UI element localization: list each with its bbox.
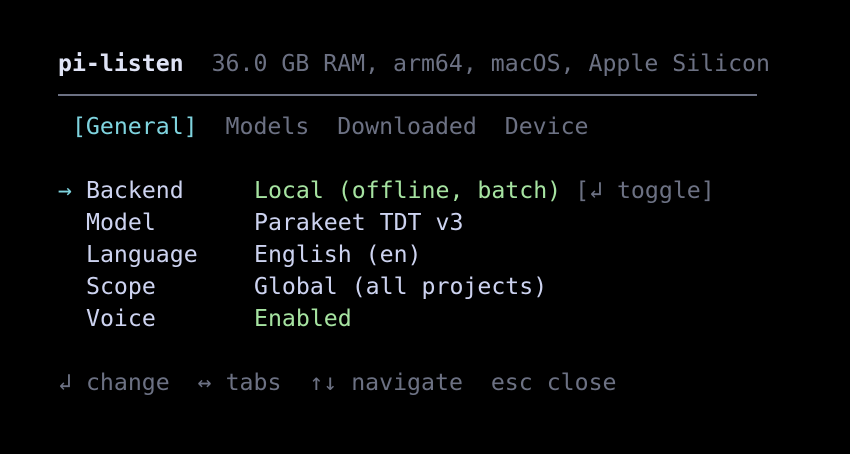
setting-row-language[interactable]: Language English (en)	[58, 239, 422, 271]
hint-tabs: tabs	[225, 369, 282, 396]
footer-hints: ↲ change ↔ tabs ↑↓ navigate esc close	[58, 367, 617, 399]
tab-device[interactable]: Device	[505, 111, 589, 143]
header: pi-listen 36.0 GB RAM, arm64, macOS, App…	[58, 48, 770, 80]
hint-navigate: navigate	[351, 369, 463, 396]
setting-value: Global (all projects)	[254, 273, 548, 300]
tab-downloaded[interactable]: Downloaded	[337, 111, 477, 143]
enter-icon: ↲	[58, 369, 72, 396]
setting-value: Local (offline, batch)	[254, 177, 562, 204]
setting-label: Voice	[86, 305, 156, 332]
system-info: 36.0 GB RAM, arm64, macOS, Apple Silicon	[211, 50, 770, 77]
tab-bar: [General] Models Downloaded Device	[58, 111, 589, 143]
esc-key: esc	[490, 369, 533, 396]
toggle-hint: [↲ toggle]	[575, 177, 715, 204]
setting-label: Backend	[86, 177, 184, 204]
setting-row-backend[interactable]: → Backend Local (offline, batch) [↲ toggle…	[58, 175, 715, 207]
setting-label: Model	[86, 209, 156, 236]
tab-models[interactable]: Models	[226, 111, 310, 143]
divider	[58, 94, 757, 96]
tab-general[interactable]: [General]	[72, 111, 198, 143]
cursor-arrow-icon: →	[58, 177, 72, 204]
left-right-arrow-icon: ↔	[197, 369, 212, 396]
app-title: pi-listen	[58, 50, 184, 77]
hint-change: change	[85, 369, 170, 396]
setting-label: Language	[86, 241, 198, 268]
up-down-arrow-icon: ↑↓	[309, 369, 338, 396]
setting-value: Parakeet TDT v3	[254, 209, 464, 236]
setting-row-voice[interactable]: Voice Enabled	[58, 303, 352, 335]
setting-label: Scope	[86, 273, 156, 300]
setting-row-model[interactable]: Model Parakeet TDT v3	[58, 207, 463, 239]
setting-value: English (en)	[254, 241, 422, 268]
hint-close: close	[546, 369, 617, 396]
setting-value: Enabled	[254, 305, 352, 332]
setting-row-scope[interactable]: Scope Global (all projects)	[58, 271, 547, 303]
